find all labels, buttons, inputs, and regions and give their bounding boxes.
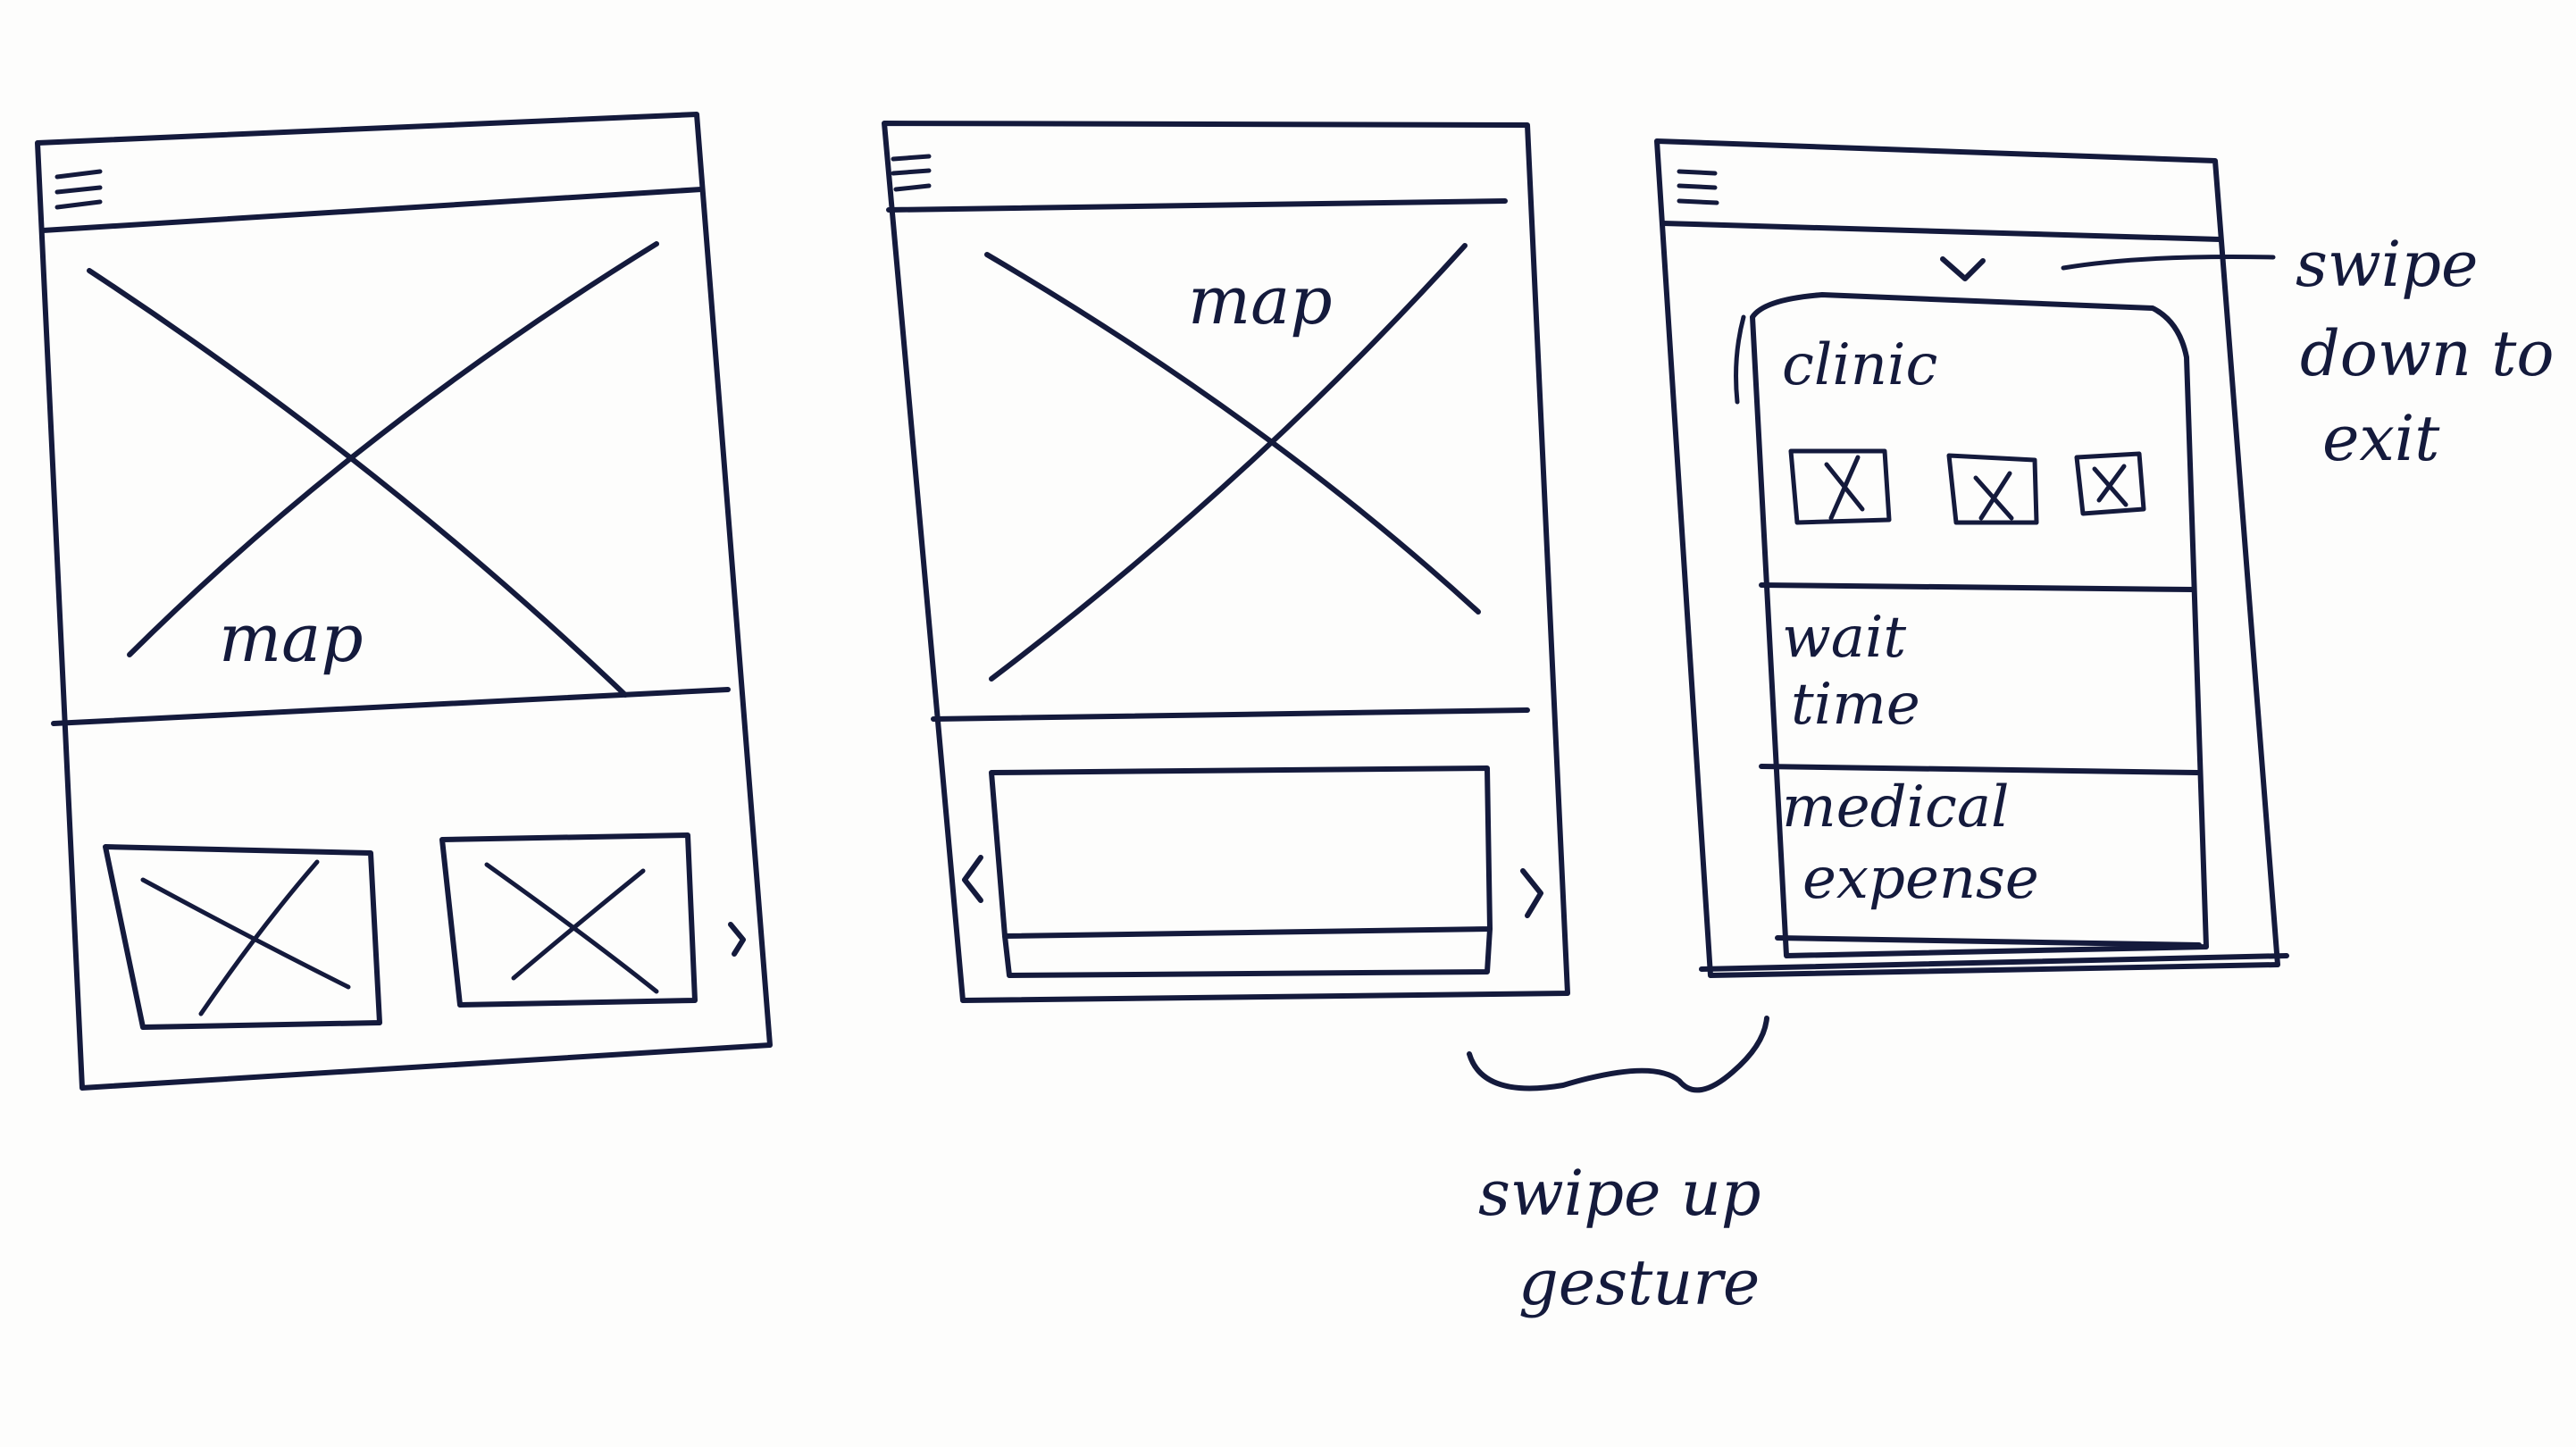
map-label: map bbox=[1188, 263, 1333, 339]
phone-frame-1 bbox=[35, 112, 773, 1091]
wait-time-label-line1: wait bbox=[1782, 605, 1906, 671]
swipe-up-annotation: swipe up gesture bbox=[1467, 1016, 1769, 1319]
image-placeholder-icon bbox=[1824, 455, 1865, 521]
sheet-behind-edge bbox=[1734, 314, 1746, 405]
carousel-card-stack[interactable] bbox=[989, 765, 1493, 978]
chevron-right-icon[interactable] bbox=[1520, 868, 1543, 918]
image-placeholder-icon bbox=[1973, 471, 2014, 521]
carousel-card-1[interactable] bbox=[103, 844, 382, 1030]
map-placeholder[interactable]: map bbox=[984, 243, 1481, 682]
chevron-left-icon[interactable] bbox=[962, 855, 983, 903]
hamburger-menu-icon[interactable] bbox=[1677, 169, 1719, 205]
wireframe-3-screen: clinic wait time medical expense bbox=[1654, 138, 2289, 978]
clinic-thumbnail-1[interactable] bbox=[1788, 448, 1892, 525]
map-placeholder[interactable]: map bbox=[87, 241, 659, 698]
header-divider bbox=[886, 198, 1508, 213]
swipe-down-text-line1: swipe bbox=[2296, 228, 2478, 301]
wireframe-1-screen: map bbox=[35, 112, 773, 1091]
map-label: map bbox=[219, 600, 364, 677]
header-divider bbox=[1660, 221, 2222, 242]
map-bottom-divider bbox=[51, 687, 731, 726]
swipe-down-text-line2: down to bbox=[2300, 317, 2554, 390]
medical-expense-row[interactable]: medical expense bbox=[1782, 774, 2039, 912]
medical-expense-label-line1: medical bbox=[1782, 774, 2009, 841]
image-placeholder-icon bbox=[140, 859, 351, 1016]
swipe-gesture-squiggle bbox=[1467, 1016, 1769, 1093]
section-divider bbox=[1775, 935, 2202, 948]
map-bottom-divider bbox=[931, 707, 1530, 722]
wait-time-label-line2: time bbox=[1791, 672, 1920, 738]
annotation-leader-line bbox=[2061, 255, 2276, 271]
clinic-thumbnail-2[interactable] bbox=[1946, 453, 2039, 525]
wireframe-2-screen: map bbox=[882, 121, 1570, 1003]
wireframe-sketch: map map clinic wait time medical expense… bbox=[35, 112, 2554, 1319]
bottom-sheet[interactable]: clinic wait time medical expense bbox=[1734, 292, 2209, 958]
swipe-up-text-line2: gesture bbox=[1518, 1246, 1760, 1319]
hamburger-menu-icon[interactable] bbox=[54, 169, 103, 210]
medical-expense-label-line2: expense bbox=[1802, 846, 2039, 912]
image-placeholder-icon bbox=[484, 862, 659, 994]
carousel-card-2[interactable] bbox=[439, 832, 698, 1008]
header-divider bbox=[40, 187, 704, 233]
section-divider bbox=[1759, 764, 2200, 775]
hamburger-menu-icon[interactable] bbox=[891, 154, 932, 192]
chevron-down-icon[interactable] bbox=[1940, 256, 1986, 281]
map-cross-line-b bbox=[127, 241, 659, 657]
wait-time-row[interactable]: wait time bbox=[1782, 605, 1920, 738]
swipe-down-annotation: swipe down to exit bbox=[2061, 228, 2554, 475]
clinic-thumbnail-3[interactable] bbox=[2074, 451, 2146, 516]
swipe-up-text-line1: swipe up bbox=[1478, 1157, 1761, 1230]
section-divider bbox=[1759, 582, 2195, 592]
chevron-right-icon[interactable] bbox=[728, 922, 746, 957]
clinic-label: clinic bbox=[1782, 332, 1937, 398]
image-placeholder-icon bbox=[2092, 464, 2129, 507]
swipe-down-text-line3: exit bbox=[2322, 402, 2440, 475]
